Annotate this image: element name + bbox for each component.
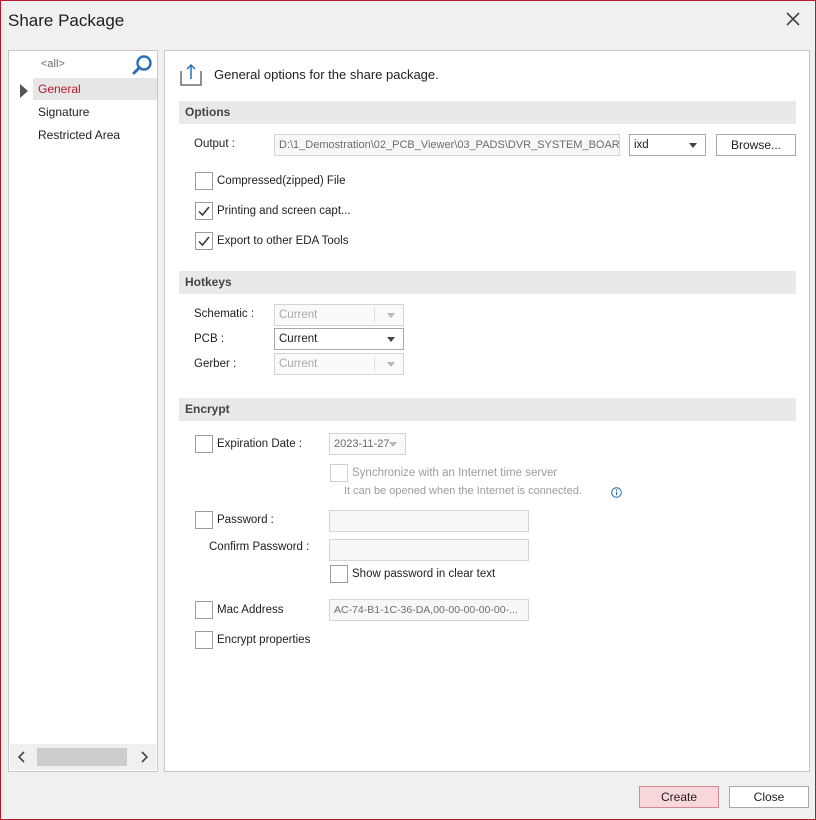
- chevron-down-icon: [689, 143, 697, 148]
- gerber-label: Gerber :: [194, 358, 237, 370]
- output-format-dropdown[interactable]: ixd: [629, 134, 706, 156]
- expiration-date-value: 2023-11-27: [334, 438, 390, 450]
- output-format-value: ixd: [634, 139, 649, 151]
- category-sidebar: <all> General Signature Restricted Area: [8, 50, 158, 772]
- output-path-field[interactable]: D:\1_Demostration\02_PCB_Viewer\03_PADS\…: [274, 134, 620, 156]
- gerber-hotkey-dropdown: Current: [274, 353, 404, 375]
- share-package-dialog: Share Package <all> General Signature Re…: [0, 0, 816, 820]
- confirm-password-field: [329, 539, 529, 561]
- password-label: Password :: [217, 514, 274, 526]
- chevron-down-icon: [387, 337, 395, 342]
- expiration-date-checkbox[interactable]: [195, 435, 213, 453]
- output-label: Output :: [194, 138, 235, 150]
- sidebar-item-general[interactable]: General: [33, 78, 157, 100]
- password-checkbox[interactable]: [195, 511, 213, 529]
- share-export-icon: [179, 63, 205, 87]
- scroll-left-icon[interactable]: [10, 744, 34, 770]
- chevron-down-icon: [387, 313, 395, 318]
- compressed-file-checkbox[interactable]: [195, 172, 213, 190]
- printing-screen-capture-label: Printing and screen capt...: [217, 205, 351, 217]
- checkmark-icon: [198, 236, 210, 247]
- sidebar-item-restricted-area[interactable]: Restricted Area: [33, 124, 157, 146]
- scroll-right-icon[interactable]: [132, 744, 156, 770]
- panel-description: General options for the share package.: [214, 67, 439, 82]
- sidebar-horizontal-scrollbar[interactable]: [10, 744, 156, 770]
- close-button[interactable]: Close: [729, 786, 809, 808]
- expiration-date-picker: 2023-11-27: [329, 433, 406, 455]
- search-filter-text[interactable]: <all>: [41, 58, 65, 70]
- compressed-file-label: Compressed(zipped) File: [217, 175, 346, 187]
- encrypt-properties-label: Encrypt properties: [217, 634, 311, 646]
- general-options-panel: General options for the share package. O…: [164, 50, 810, 772]
- hotkeys-section-header: Hotkeys: [179, 271, 796, 294]
- close-icon[interactable]: [783, 9, 803, 29]
- sidebar-item-signature[interactable]: Signature: [33, 101, 157, 123]
- search-icon[interactable]: [131, 54, 153, 76]
- mac-address-label: Mac Address: [217, 604, 284, 616]
- pcb-label: PCB :: [194, 333, 225, 345]
- pcb-hotkey-dropdown[interactable]: Current: [274, 328, 404, 350]
- encrypt-section-header: Encrypt: [179, 398, 796, 421]
- schematic-hotkey-value: Current: [279, 309, 318, 321]
- expiration-date-label: Expiration Date :: [217, 438, 303, 450]
- schematic-label: Schematic :: [194, 308, 255, 320]
- create-button[interactable]: Create: [639, 786, 719, 808]
- encrypt-properties-checkbox[interactable]: [195, 631, 213, 649]
- mac-address-checkbox[interactable]: [195, 601, 213, 619]
- printing-screen-capture-checkbox[interactable]: [195, 202, 213, 220]
- chevron-down-icon: [387, 362, 395, 367]
- gerber-hotkey-value: Current: [279, 358, 318, 370]
- confirm-password-label: Confirm Password :: [209, 541, 310, 553]
- export-eda-tools-label: Export to other EDA Tools: [217, 235, 349, 247]
- show-password-label: Show password in clear text: [352, 568, 496, 580]
- pcb-hotkey-value: Current: [279, 333, 318, 345]
- title-bar: Share Package: [1, 1, 815, 39]
- sync-time-server-label: Synchronize with an Internet time server: [352, 467, 558, 479]
- export-eda-tools-checkbox[interactable]: [195, 232, 213, 250]
- category-search[interactable]: <all>: [39, 55, 155, 75]
- dialog-title: Share Package: [8, 11, 125, 30]
- chevron-down-icon: [389, 442, 397, 447]
- mac-address-field: AC-74-B1-1C-36-DA,00-00-00-00-00-...: [329, 599, 529, 621]
- selected-arrow-icon: [19, 84, 29, 98]
- sync-time-server-checkbox: [330, 464, 348, 482]
- checkmark-icon: [198, 206, 210, 217]
- options-section-header: Options: [179, 101, 796, 124]
- schematic-hotkey-dropdown: Current: [274, 304, 404, 326]
- sync-note-text: It can be opened when the Internet is co…: [344, 485, 582, 497]
- scrollbar-thumb[interactable]: [37, 748, 127, 766]
- password-field: [329, 510, 529, 532]
- info-icon[interactable]: [611, 487, 622, 498]
- browse-button[interactable]: Browse...: [716, 134, 796, 156]
- show-password-checkbox[interactable]: [330, 565, 348, 583]
